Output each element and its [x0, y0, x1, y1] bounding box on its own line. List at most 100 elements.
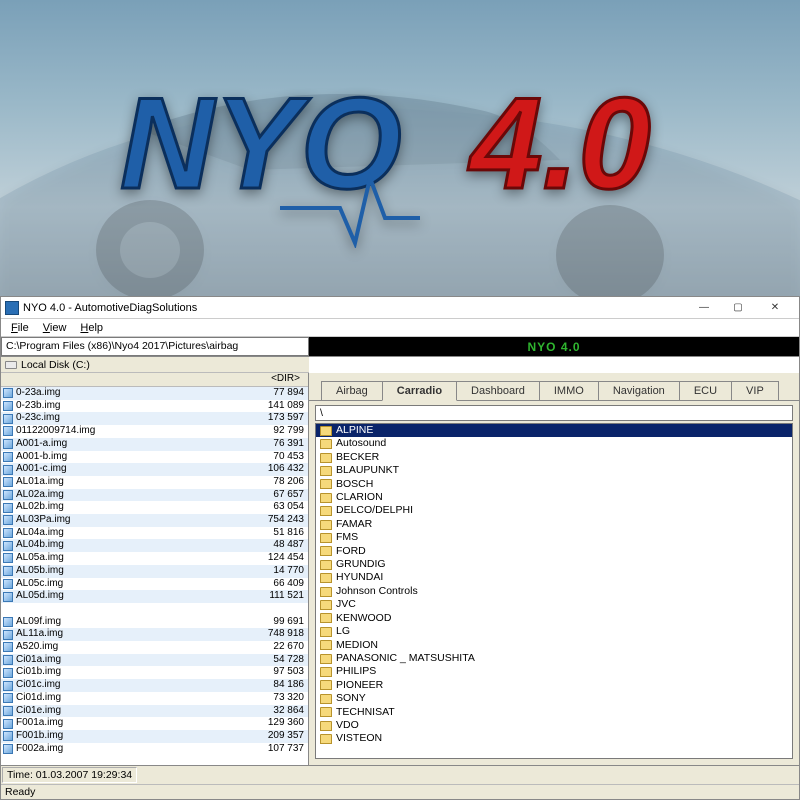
file-size: 97 503 [244, 666, 304, 679]
file-row[interactable]: AL05a.img124 454 [1, 552, 308, 565]
file-row[interactable]: Ci01b.img97 503 [1, 666, 308, 679]
file-size: 66 409 [244, 578, 304, 591]
folder-name: FAMAR [336, 518, 788, 531]
file-row[interactable]: AL05d.img111 521 [1, 590, 308, 603]
folder-icon [320, 520, 332, 530]
file-row[interactable]: A001-b.img70 453 [1, 451, 308, 464]
folder-name: ALPINE [336, 424, 788, 437]
folder-icon [320, 694, 332, 704]
content-path[interactable]: \ [315, 405, 793, 421]
folder-row[interactable]: JVC [316, 598, 792, 611]
file-row[interactable]: AL01a.img78 206 [1, 476, 308, 489]
folder-name: VISTEON [336, 732, 788, 745]
file-row[interactable]: AL04b.img48 487 [1, 539, 308, 552]
file-row[interactable]: A001-c.img106 432 [1, 463, 308, 476]
folder-icon [320, 734, 332, 744]
tab-airbag[interactable]: Airbag [321, 381, 383, 400]
file-row[interactable]: F001a.img129 360 [1, 717, 308, 730]
file-size: 92 799 [244, 425, 304, 438]
folder-list[interactable]: ALPINEAutosoundBECKERBLAUPUNKTBOSCHCLARI… [315, 423, 793, 759]
minimize-button[interactable]: — [687, 298, 721, 318]
menu-help[interactable]: Help [74, 321, 109, 335]
file-row[interactable]: 01122009714.img 92 799 [1, 425, 308, 438]
folder-row[interactable]: MEDION [316, 639, 792, 652]
folder-icon [320, 627, 332, 637]
folder-icon [320, 479, 332, 489]
file-icon [3, 719, 13, 729]
file-row[interactable]: 0-23b.img141 089 [1, 400, 308, 413]
file-row[interactable]: AL11a.img748 918 [1, 628, 308, 641]
folder-row[interactable]: BECKER [316, 451, 792, 464]
folder-row[interactable]: FORD [316, 545, 792, 558]
app-icon [5, 301, 19, 315]
file-row[interactable]: 0-23a.img77 894 [1, 387, 308, 400]
file-row[interactable]: F001b.img 209 357 [1, 730, 308, 743]
file-row[interactable]: AL02a.img67 657 [1, 489, 308, 502]
tab-ecu[interactable]: ECU [679, 381, 732, 400]
file-size: 70 453 [244, 451, 304, 464]
folder-row[interactable]: FMS [316, 531, 792, 544]
file-row[interactable]: AL09f.img99 691 [1, 616, 308, 629]
file-row[interactable]: AL03Pa.img754 243 [1, 514, 308, 527]
folder-row[interactable]: LG [316, 625, 792, 638]
tab-navigation[interactable]: Navigation [598, 381, 680, 400]
file-icon [3, 388, 13, 398]
file-row[interactable]: Ci01d.img73 320 [1, 692, 308, 705]
file-size: 106 432 [244, 463, 304, 476]
menu-file[interactable]: File [5, 321, 35, 335]
file-icon [3, 439, 13, 449]
col-size[interactable]: <DIR> [248, 373, 308, 386]
folder-row[interactable]: PANASONIC _ MATSUSHITA [316, 652, 792, 665]
folder-row[interactable]: CLARION [316, 491, 792, 504]
maximize-button[interactable]: ▢ [721, 298, 755, 318]
file-row[interactable]: Ci01a.img54 728 [1, 654, 308, 667]
file-name: 01122009714.img [16, 425, 95, 438]
file-size: 111 521 [244, 590, 304, 603]
folder-row[interactable]: TECHNISAT [316, 706, 792, 719]
file-icon [3, 579, 13, 589]
folder-row[interactable]: SONY [316, 692, 792, 705]
file-list[interactable]: 0-23a.img77 8940-23b.img141 0890-23c.img… [1, 387, 308, 765]
folder-row[interactable]: FAMAR [316, 518, 792, 531]
tab-dashboard[interactable]: Dashboard [456, 381, 540, 400]
file-icon [3, 681, 13, 691]
file-row[interactable]: 0-23c.img173 597 [1, 412, 308, 425]
folder-row[interactable]: PIONEER [316, 679, 792, 692]
file-size: 209 357 [244, 730, 304, 743]
status-ready: Ready [1, 784, 799, 799]
file-row[interactable]: F002a.img107 737 [1, 743, 308, 756]
file-row[interactable]: AL05b.img14 770 [1, 565, 308, 578]
folder-row[interactable]: Johnson Controls [316, 585, 792, 598]
menu-view[interactable]: View [37, 321, 73, 335]
file-row[interactable]: AL02b.img63 054 [1, 501, 308, 514]
folder-row[interactable]: VDO [316, 719, 792, 732]
file-row[interactable]: Ci01e.img32 864 [1, 705, 308, 718]
file-row[interactable]: A520.img22 670 [1, 641, 308, 654]
file-name: Ci01a.img [16, 654, 61, 667]
tab-vip[interactable]: VIP [731, 381, 779, 400]
file-name: F001b.img [16, 730, 63, 743]
tab-immo[interactable]: IMMO [539, 381, 599, 400]
folder-row[interactable]: DELCO/DELPHI [316, 504, 792, 517]
folder-row[interactable]: VISTEON [316, 732, 792, 745]
folder-row[interactable]: PHILIPS [316, 665, 792, 678]
folder-row[interactable]: BOSCH [316, 478, 792, 491]
folder-row[interactable]: HYUNDAI [316, 571, 792, 584]
file-row[interactable]: AL05c.img66 409 [1, 578, 308, 591]
col-name[interactable] [1, 373, 248, 386]
folder-row[interactable]: KENWOOD [316, 612, 792, 625]
tab-carradio[interactable]: Carradio [382, 381, 457, 401]
folder-row[interactable]: ALPINE [316, 424, 792, 437]
folder-row[interactable]: Autosound [316, 437, 792, 450]
file-row[interactable]: Ci01c.img84 186 [1, 679, 308, 692]
close-button[interactable]: ✕ [755, 298, 795, 318]
folder-row[interactable]: GRUNDIG [316, 558, 792, 571]
drive-selector[interactable]: Local Disk (C:) [1, 357, 309, 373]
path-input[interactable]: C:\Program Files (x86)\Nyo4 2017\Picture… [1, 337, 309, 356]
file-icon [3, 503, 13, 513]
file-row[interactable]: AL04a.img51 816 [1, 527, 308, 540]
folder-name: BOSCH [336, 478, 788, 491]
file-row[interactable]: A001-a.img76 391 [1, 438, 308, 451]
file-icon [3, 465, 13, 475]
folder-row[interactable]: BLAUPUNKT [316, 464, 792, 477]
